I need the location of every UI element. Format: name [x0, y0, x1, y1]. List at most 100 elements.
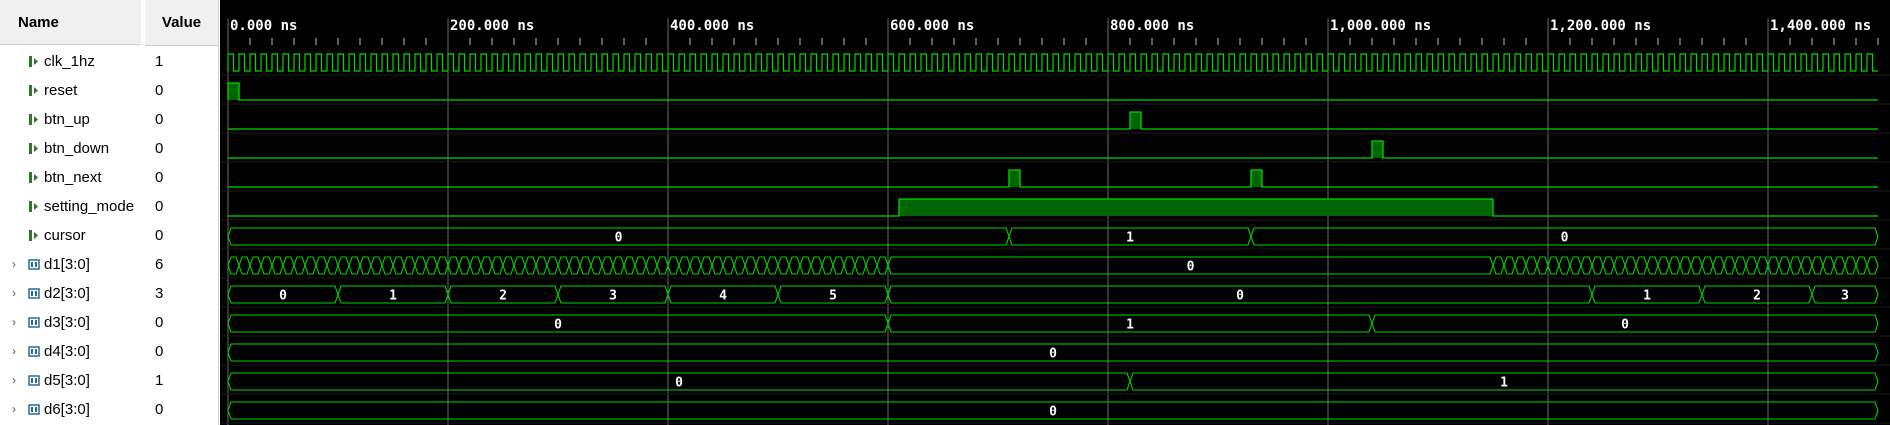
signal-value: 0 [155, 343, 164, 360]
expand-chevron-icon[interactable]: › [12, 337, 22, 366]
signal-value: 0 [155, 140, 164, 157]
value-column-header[interactable]: Value [145, 0, 218, 46]
bus-segment [480, 256, 493, 275]
bus-segment [876, 256, 889, 275]
bus-segment [1679, 256, 1692, 275]
bus-segment [1624, 256, 1637, 275]
signal-value: 6 [155, 256, 164, 273]
bus-segment [612, 256, 625, 275]
bus-segment [348, 256, 361, 275]
bus-segment [766, 256, 779, 275]
signal-row[interactable]: › d3[3:0] [0, 308, 141, 337]
bus-value-label: 1 [1643, 289, 1651, 304]
name-column: Name clk_1hzreset btn_up btn_down btn_nexts… [0, 0, 142, 425]
signal-value: 0 [155, 111, 164, 128]
bus-segment [414, 256, 427, 275]
signal-row[interactable]: btn_next [0, 163, 141, 192]
bus-value-label: 0 [1236, 289, 1244, 304]
bus-segment [304, 256, 317, 275]
signal-value: 0 [155, 82, 164, 99]
bus-segment [1800, 256, 1813, 275]
signal-row[interactable]: btn_down [0, 134, 141, 163]
signal-value: 3 [155, 285, 164, 302]
expand-chevron-icon[interactable]: › [12, 395, 22, 424]
bus-value-label: 1 [389, 289, 397, 304]
bus-segment [491, 256, 504, 275]
bus-segment [293, 256, 306, 275]
name-column-header[interactable]: Name [0, 0, 141, 45]
bus-segment [1778, 256, 1791, 275]
signal-name: setting_mode [44, 198, 135, 215]
bus-segment [634, 256, 647, 275]
bus-value-label: 2 [1753, 289, 1761, 304]
bus-segment [865, 256, 878, 275]
bus-segment [238, 256, 251, 275]
waveform-canvas[interactable]: 0.000 ns 200.000 ns 400.000 ns 600.000 ns 80… [220, 0, 1890, 425]
signal-row[interactable]: cursor [0, 221, 141, 250]
signal-row[interactable]: › d4[3:0] [0, 337, 141, 366]
signal-value: 1 [155, 53, 164, 70]
bus-segment [733, 256, 746, 275]
bus-value-label: 3 [609, 289, 617, 304]
bus-segment [667, 256, 680, 275]
bus-segment [315, 256, 328, 275]
bus-segment [425, 256, 438, 275]
bus-segment [370, 256, 383, 275]
signal-value: 0 [155, 314, 164, 331]
bus-segment [1591, 256, 1604, 275]
bus-segment [711, 256, 724, 275]
signal-row[interactable]: › d5[3:0] [0, 366, 141, 395]
signal-row[interactable]: clk_1hz [0, 47, 141, 76]
bus-segment [1734, 256, 1747, 275]
bus-segment [755, 256, 768, 275]
bus-segment [1690, 256, 1703, 275]
signal-row[interactable]: › d1[3:0] [0, 250, 141, 279]
bus-segment [359, 256, 372, 275]
expand-chevron-icon[interactable]: › [12, 250, 22, 279]
bus-segment [447, 256, 460, 275]
bus-segment [1602, 256, 1615, 275]
bus-segment [590, 256, 603, 275]
bus-segment [645, 256, 658, 275]
bus-segment [1547, 256, 1560, 275]
bus-segment [601, 256, 614, 275]
bit-signal-icon [29, 56, 38, 67]
bus-segment [381, 256, 394, 275]
bus-segment [623, 256, 636, 275]
expand-chevron-icon[interactable]: › [12, 308, 22, 337]
bus-value-label: 0 [1049, 405, 1057, 420]
bus-segment [1613, 256, 1626, 275]
bus-value-label: 3 [1841, 289, 1849, 304]
expand-chevron-icon[interactable]: › [12, 279, 22, 308]
signal-row[interactable]: btn_up [0, 105, 141, 134]
bus-segment [1723, 256, 1736, 275]
timeline-label: 400.000 ns [670, 18, 754, 34]
bus-segment [271, 256, 284, 275]
bus-value-label: 1 [1126, 318, 1134, 333]
bus-signal-icon [28, 259, 40, 270]
bus-segment [821, 256, 834, 275]
bus-segment [458, 256, 471, 275]
bus-segment [524, 256, 537, 275]
bus-value-label: 0 [615, 231, 623, 246]
signal-name: reset [44, 82, 78, 99]
bus-segment [1635, 256, 1648, 275]
expand-chevron-icon[interactable]: › [12, 366, 22, 395]
signal-value: 0 [155, 401, 164, 418]
bus-segment [832, 256, 845, 275]
signal-row[interactable]: reset [0, 76, 141, 105]
bus-segment [502, 256, 515, 275]
bus-segment [249, 256, 262, 275]
bus-segment [722, 256, 735, 275]
signal-row[interactable]: › d6[3:0] [0, 395, 141, 424]
bus-segment [689, 256, 702, 275]
bus-segment [1866, 256, 1879, 275]
bus-segment [1822, 256, 1835, 275]
bus-value-label: 4 [719, 289, 727, 304]
bus-segment [1789, 256, 1802, 275]
bus-segment [1514, 256, 1527, 275]
bus-segment [1833, 256, 1846, 275]
signal-row[interactable]: › d2[3:0] [0, 279, 141, 308]
signal-row[interactable]: setting_mode [0, 192, 141, 221]
bus-value-label: 0 [675, 376, 683, 391]
